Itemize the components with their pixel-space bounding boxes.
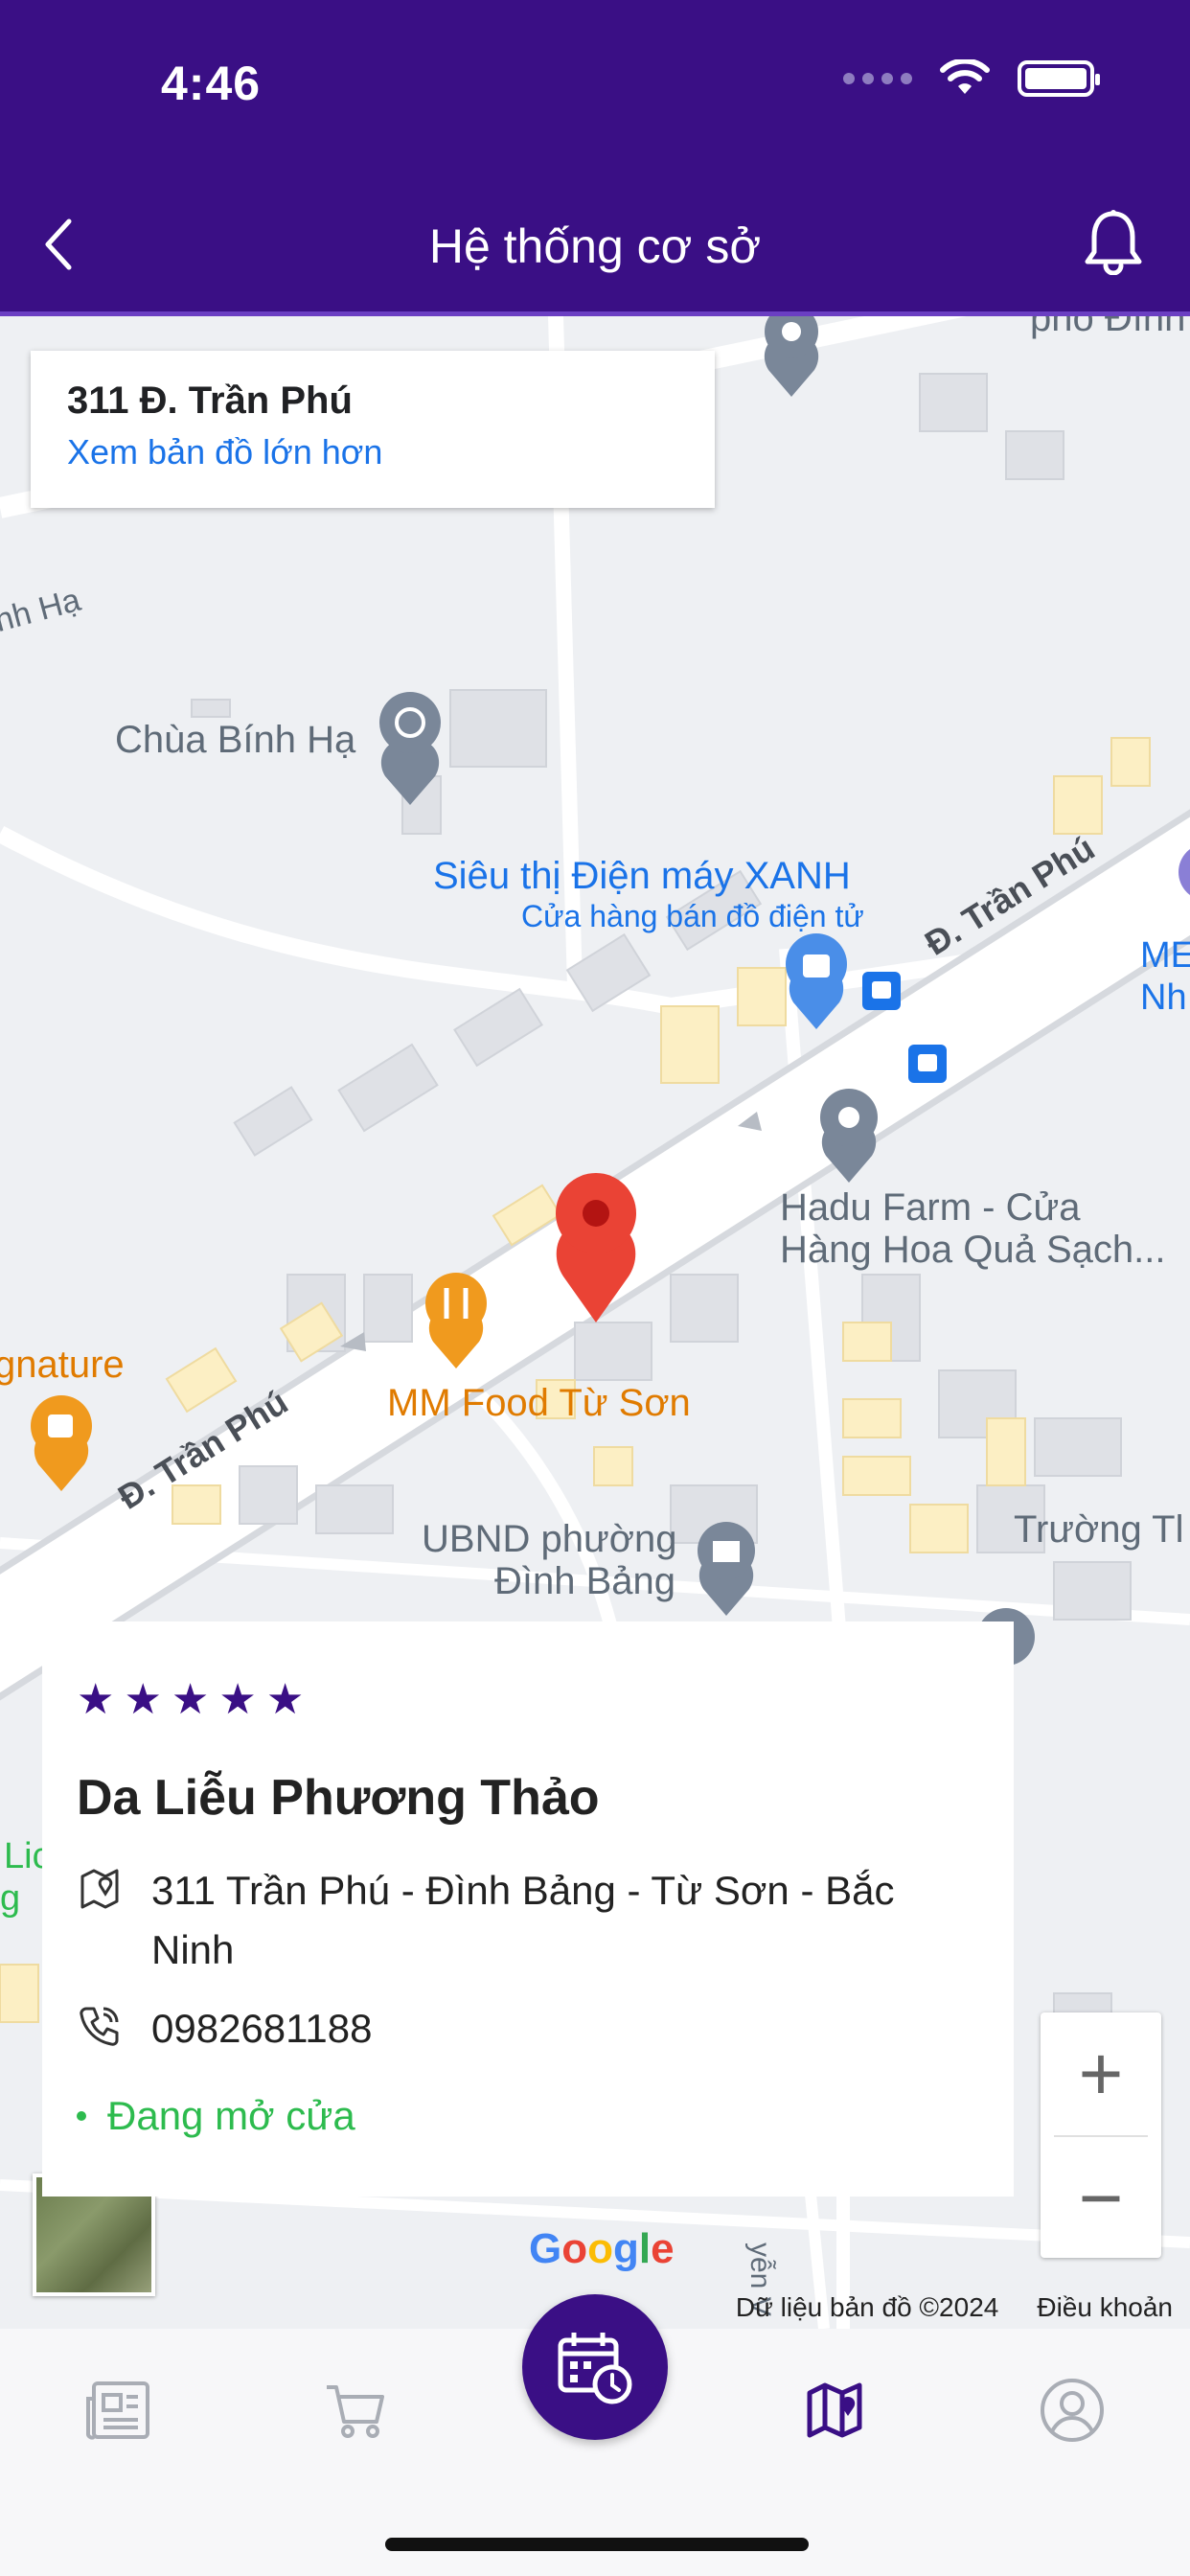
bell-icon xyxy=(1085,210,1142,275)
map-label-ubnd-line1[interactable]: UBND phường xyxy=(422,1518,676,1561)
star-icon: ★ xyxy=(77,1676,115,1723)
zoom-out-button[interactable]: − xyxy=(1041,2137,1161,2260)
notification-button[interactable] xyxy=(1075,203,1152,280)
map-label-signature: gnature xyxy=(0,1344,125,1386)
calendar-clock-icon xyxy=(558,2333,632,2404)
app-header: 4:46 Hệ thống cơ sở xyxy=(0,0,1190,316)
map-footer: Dữ liệu bản đồ ©2024 Điều khoản xyxy=(736,2292,1173,2323)
rating-stars: ★ ★ ★ ★ ★ xyxy=(77,1679,979,1721)
tab-map[interactable] xyxy=(791,2367,878,2453)
signal-icon xyxy=(843,73,912,84)
place-phone-row[interactable]: 0982681188 xyxy=(77,1999,979,2058)
map-label-school: Trường Tl xyxy=(1014,1508,1184,1551)
wifi-icon xyxy=(940,59,990,94)
open-status: Đang mở cửa xyxy=(77,2093,979,2139)
zoom-controls: + − xyxy=(1041,2012,1161,2258)
map-label-left-partial-2: g xyxy=(0,1878,21,1919)
map-data-credit: Dữ liệu bản đồ ©2024 xyxy=(735,2292,999,2322)
news-icon xyxy=(86,2381,149,2440)
map-label-farm-line2[interactable]: Hàng Hoa Quả Sạch... xyxy=(780,1229,1165,1272)
star-icon: ★ xyxy=(124,1676,162,1723)
cart-icon xyxy=(327,2385,384,2438)
map-label-ubnd-line2[interactable]: Đình Bảng xyxy=(494,1560,675,1603)
profile-icon xyxy=(1041,2379,1104,2442)
tab-news[interactable] xyxy=(75,2367,161,2453)
google-logo: Google xyxy=(529,2225,675,2272)
map-label-me-partial-2: Nh xyxy=(1140,978,1187,1018)
battery-icon xyxy=(1018,60,1100,97)
info-card-title: 311 Đ. Trần Phú xyxy=(67,380,353,422)
open-status-text: Đang mở cửa xyxy=(107,2093,355,2138)
phone-icon xyxy=(80,2007,119,2046)
map-terms-link[interactable]: Điều khoản xyxy=(1037,2292,1173,2323)
status-icons xyxy=(843,59,1100,98)
map-label-store-category: Cửa hàng bán đồ điện tử xyxy=(521,899,864,933)
booking-fab-button[interactable] xyxy=(522,2294,668,2440)
place-card[interactable]: ★ ★ ★ ★ ★ Da Liễu Phương Thảo 311 Trần P… xyxy=(42,1622,1014,2196)
tab-cart[interactable] xyxy=(312,2367,399,2453)
status-time: 4:46 xyxy=(161,57,262,110)
place-name: Da Liễu Phương Thảo xyxy=(77,1770,600,1826)
place-phone[interactable]: 0982681188 xyxy=(151,1999,372,2058)
map-label-farm-line1[interactable]: Hadu Farm - Cửa xyxy=(780,1186,1081,1230)
star-icon: ★ xyxy=(265,1676,305,1723)
tab-profile[interactable] xyxy=(1029,2367,1115,2453)
star-icon: ★ xyxy=(171,1676,210,1723)
place-address-row: 311 Trần Phú - Đình Bảng - Từ Sơn - Bắc … xyxy=(77,1861,979,1980)
map-label-food[interactable]: MM Food Từ Sơn xyxy=(387,1382,691,1425)
zoom-in-button[interactable]: + xyxy=(1041,2012,1161,2135)
status-dot xyxy=(77,2111,86,2121)
place-address: 311 Trần Phú - Đình Bảng - Từ Sơn - Bắc … xyxy=(151,1868,895,1972)
map-label-road-top: phố Đình xyxy=(1030,316,1186,339)
map-label-me-partial-1: ME xyxy=(1140,935,1190,976)
page-title: Hệ thống cơ sở xyxy=(428,219,762,273)
map-icon xyxy=(807,2382,862,2438)
map-info-card: 311 Đ. Trần Phú Xem bản đồ lớn hơn xyxy=(31,351,715,508)
star-icon: ★ xyxy=(218,1676,257,1723)
map-pin-icon xyxy=(80,1869,119,1909)
home-indicator xyxy=(385,2538,809,2551)
view-larger-map-link[interactable]: Xem bản đồ lớn hơn xyxy=(67,432,678,472)
map-label-pagoda[interactable]: Chùa Bính Hạ xyxy=(115,719,355,762)
map-label-store-name[interactable]: Siêu thị Điện máy XANH xyxy=(433,855,851,898)
